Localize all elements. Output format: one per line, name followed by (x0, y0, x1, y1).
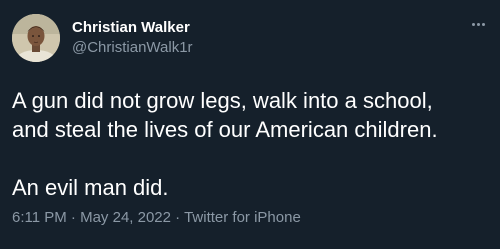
meta-separator: · (175, 209, 181, 226)
tweet-text: A gun did not grow legs, walk into a sch… (12, 86, 492, 202)
profile-photo-icon (12, 14, 60, 62)
tweet-card: Christian Walker @ChristianWalk1r A gun … (0, 0, 500, 249)
avatar[interactable] (12, 14, 60, 62)
tweet-date[interactable]: May 24, 2022 (80, 209, 171, 226)
more-horizontal-icon (471, 22, 486, 26)
tweet-paragraph: An evil man did. (12, 175, 169, 200)
tweet-source-link[interactable]: Twitter for iPhone (184, 209, 301, 226)
meta-separator: · (70, 209, 76, 226)
display-name[interactable]: Christian Walker (72, 18, 193, 38)
author-names: Christian Walker @ChristianWalk1r (72, 18, 193, 58)
tweet-time[interactable]: 6:11 PM (12, 209, 67, 226)
tweet-header: Christian Walker @ChristianWalk1r (12, 14, 193, 62)
more-options-button[interactable] (466, 14, 490, 34)
tweet-meta: 6:11 PM · May 24, 2022 · Twitter for iPh… (12, 208, 301, 228)
tweet-paragraph: A gun did not grow legs, walk into a sch… (12, 88, 438, 142)
user-handle[interactable]: @ChristianWalk1r (72, 38, 193, 58)
